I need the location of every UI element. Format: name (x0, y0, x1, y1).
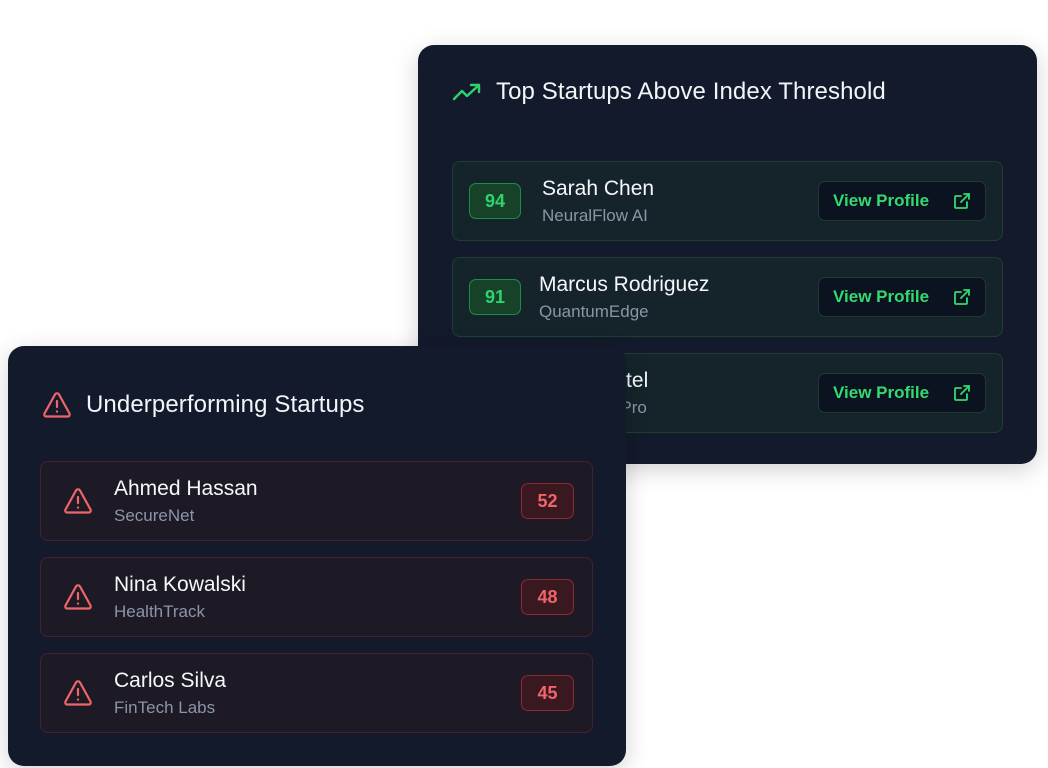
startup-row: 94 Sarah Chen NeuralFlow AI View Profile (452, 161, 1003, 241)
external-link-icon (953, 384, 971, 407)
founder-info: Carlos Silva FinTech Labs (114, 668, 226, 720)
company-name: NeuralFlow AI (542, 206, 648, 225)
index-score-badge: 91 (469, 279, 521, 315)
founder-info: Sarah Chen NeuralFlow AI (542, 176, 654, 228)
top-startups-title: Top Startups Above Index Threshold (452, 75, 886, 109)
alert-triangle-icon (63, 679, 93, 712)
startup-row: 91 Marcus Rodriguez QuantumEdge View Pro… (452, 257, 1003, 337)
founder-name: Sarah Chen (542, 177, 655, 200)
index-score-badge: 94 (469, 183, 521, 219)
alert-triangle-icon (63, 583, 93, 616)
index-score-badge: 52 (521, 483, 574, 519)
underperforming-row: Ahmed Hassan SecureNet 52 (40, 461, 593, 541)
stage: Top Startups Above Index Threshold 94 Sa… (0, 0, 1048, 768)
index-score-badge: 45 (521, 675, 574, 711)
view-profile-label: View Profile (833, 191, 930, 210)
company-name: HealthTrack (114, 602, 206, 621)
view-profile-button[interactable]: View Profile (818, 277, 986, 317)
trending-up-icon (452, 82, 482, 102)
underperforming-panel: Underperforming Startups Ahmed Hassan Se… (8, 346, 626, 766)
underperforming-title: Underperforming Startups (42, 388, 365, 422)
company-name: SecureNet (114, 506, 195, 525)
founder-info: Marcus Rodriguez QuantumEdge (539, 272, 709, 324)
founder-name: Marcus Rodriguez (539, 273, 710, 296)
founder-name: Carlos Silva (114, 669, 227, 692)
alert-triangle-icon (42, 391, 72, 419)
view-profile-label: View Profile (833, 383, 930, 402)
founder-name: Nina Kowalski (114, 573, 246, 596)
view-profile-button[interactable]: View Profile (818, 373, 986, 413)
external-link-icon (953, 288, 971, 311)
alert-triangle-icon (63, 487, 93, 520)
founder-info: Ahmed Hassan SecureNet (114, 476, 258, 528)
company-name: FinTech Labs (114, 698, 216, 717)
underperforming-title-text: Underperforming Startups (86, 391, 365, 418)
company-name: QuantumEdge (539, 302, 649, 321)
view-profile-button[interactable]: View Profile (818, 181, 986, 221)
index-score-badge: 48 (521, 579, 574, 615)
underperforming-row: Carlos Silva FinTech Labs 45 (40, 653, 593, 733)
view-profile-label: View Profile (833, 287, 930, 306)
top-startups-title-text: Top Startups Above Index Threshold (496, 78, 886, 105)
founder-name: Ahmed Hassan (114, 477, 258, 500)
external-link-icon (953, 192, 971, 215)
underperforming-row: Nina Kowalski HealthTrack 48 (40, 557, 593, 637)
founder-info: Nina Kowalski HealthTrack (114, 572, 246, 624)
